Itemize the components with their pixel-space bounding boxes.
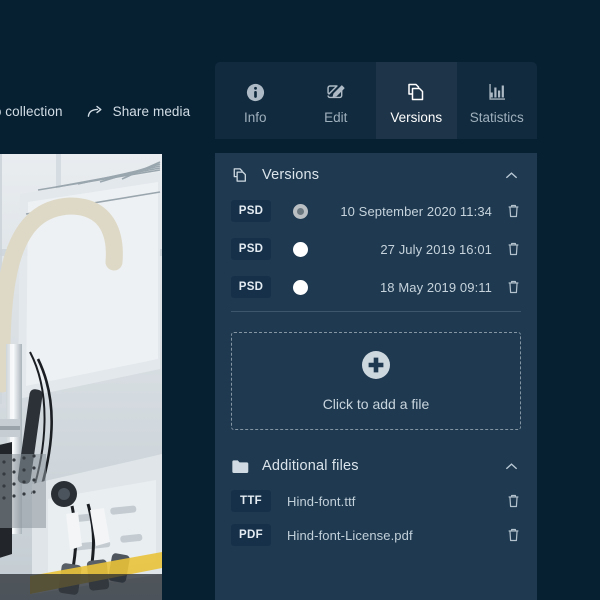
tab-versions[interactable]: Versions <box>376 62 457 139</box>
versions-section-header[interactable]: Versions <box>215 153 537 197</box>
format-badge: PSD <box>231 238 271 260</box>
additional-files-section-title: Additional files <box>262 458 359 474</box>
detail-panel: Info Edit Versions Statistics Versions P… <box>215 62 537 600</box>
format-badge: PSD <box>231 200 271 222</box>
panel-body: Versions PSD 10 September 2020 11:34 PSD… <box>215 153 537 600</box>
tab-statistics[interactable]: Statistics <box>457 62 538 139</box>
edit-pencil-icon <box>325 81 346 103</box>
dropzone-label: Click to add a file <box>322 396 430 412</box>
add-file-dropzone[interactable]: Click to add a file <box>231 332 521 430</box>
tab-edit[interactable]: Edit <box>296 62 377 139</box>
trash-icon[interactable] <box>506 203 521 219</box>
trash-icon[interactable] <box>506 527 521 543</box>
versions-section-title: Versions <box>262 167 320 183</box>
section-divider <box>231 311 521 312</box>
version-radio[interactable] <box>293 279 308 295</box>
add-to-collection-button[interactable]: to collection <box>0 104 63 119</box>
info-circle-icon <box>245 81 266 103</box>
versions-list: PSD 10 September 2020 11:34 PSD 27 July … <box>215 197 537 301</box>
chevron-up-icon[interactable] <box>504 459 519 474</box>
tab-info[interactable]: Info <box>215 62 296 139</box>
version-date: 18 May 2019 09:11 <box>379 279 492 295</box>
trash-icon[interactable] <box>506 279 521 295</box>
chevron-up-icon[interactable] <box>504 168 519 183</box>
format-badge: TTF <box>231 490 271 512</box>
version-date: 10 September 2020 11:34 <box>340 203 492 219</box>
trash-icon[interactable] <box>506 493 521 509</box>
add-to-collection-label: to collection <box>0 104 63 119</box>
share-media-button[interactable]: Share media <box>87 104 191 119</box>
table-row[interactable]: PSD 18 May 2019 09:11 <box>231 273 521 301</box>
format-badge: PDF <box>231 524 271 546</box>
additional-files-list: TTF Hind-font.ttf PDF Hind-font-License.… <box>215 488 537 548</box>
folder-icon <box>231 458 253 475</box>
format-badge: PSD <box>231 276 271 298</box>
tab-info-label: Info <box>243 109 267 125</box>
tab-bar: Info Edit Versions Statistics <box>215 62 537 139</box>
plus-circle-icon <box>361 350 391 385</box>
app-root: to collection Share media <box>0 0 600 600</box>
copy-documents-icon <box>405 81 427 103</box>
tab-statistics-label: Statistics <box>469 109 524 125</box>
version-radio[interactable] <box>293 241 308 257</box>
table-row[interactable]: PSD 10 September 2020 11:34 <box>231 197 521 225</box>
header-actions: to collection Share media <box>0 104 190 119</box>
tab-edit-label: Edit <box>324 109 348 125</box>
file-name: Hind-font-License.pdf <box>287 527 413 543</box>
additional-files-section-header[interactable]: Additional files <box>215 444 537 488</box>
bar-chart-icon <box>486 81 508 103</box>
list-item[interactable]: PDF Hind-font-License.pdf <box>231 522 521 548</box>
version-date: 27 July 2019 16:01 <box>380 241 492 257</box>
copy-documents-icon <box>231 166 253 184</box>
share-media-label: Share media <box>112 104 191 119</box>
trash-icon[interactable] <box>506 241 521 257</box>
tab-versions-label: Versions <box>390 109 443 125</box>
file-name: Hind-font.ttf <box>287 493 356 509</box>
list-item[interactable]: TTF Hind-font.ttf <box>231 488 521 514</box>
share-icon <box>87 104 104 119</box>
table-row[interactable]: PSD 27 July 2019 16:01 <box>231 235 521 263</box>
media-preview-thumbnail[interactable] <box>0 154 162 600</box>
media-preview-illustration <box>0 154 162 600</box>
version-radio[interactable] <box>293 203 308 219</box>
